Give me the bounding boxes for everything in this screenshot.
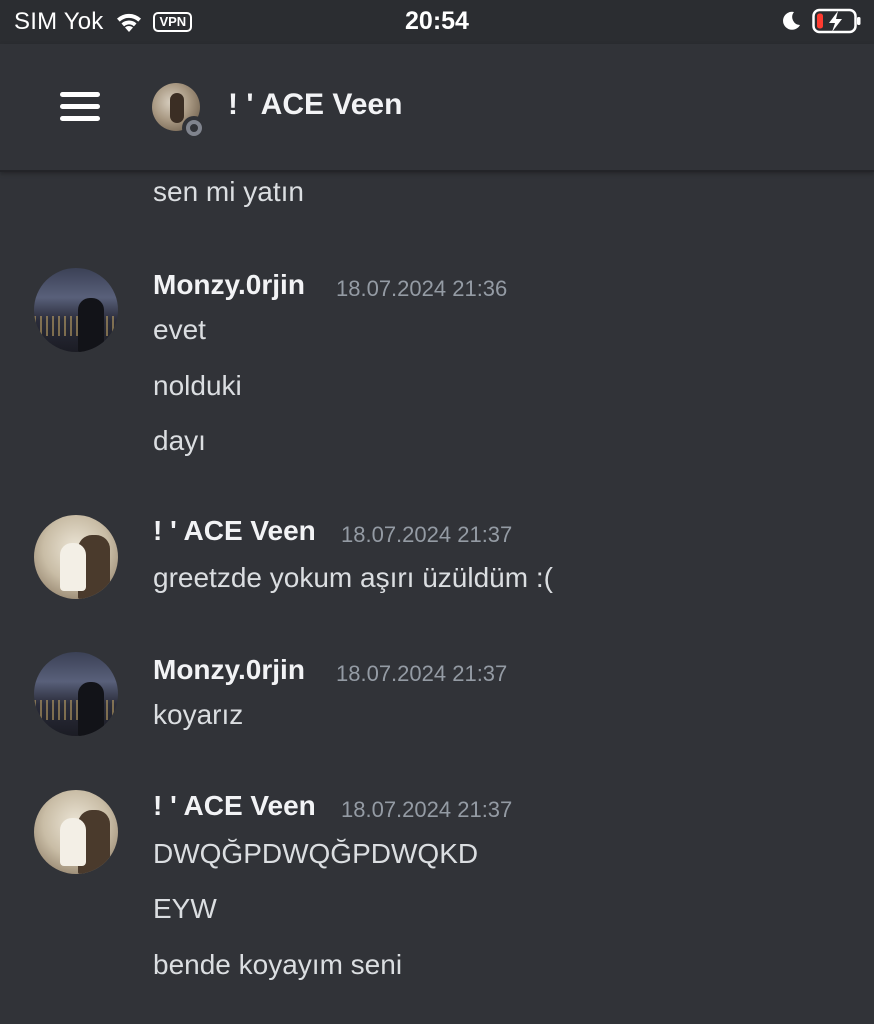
message-text: koyarız [153,699,244,730]
moon-icon [783,11,800,30]
status-right [780,8,862,34]
message-author[interactable]: Monzy.0rjin [153,269,305,301]
chat-header: ! ' ACE Veen [0,44,874,172]
message-text: DWQĞPDWQĞPDWQKD [153,838,479,869]
battery-charging-icon [812,8,861,34]
message-list[interactable]: sen mi yatın Monzy.0rjin 18.07.2024 21:3… [0,172,874,1024]
avatar[interactable] [34,652,118,736]
message-timestamp: 18.07.2024 21:37 [336,661,508,686]
message-text: evet [153,314,206,345]
status-idle-icon [182,116,206,140]
message-text: EYW [153,893,217,924]
message-author[interactable]: Monzy.0rjin [153,654,305,686]
avatar[interactable] [34,515,118,599]
dm-user-title[interactable]: ! ' ACE Veen [228,88,402,122]
message-text: greetzde yokum aşırı üzüldüm :( [153,562,553,593]
message-text: nolduki [153,370,242,401]
message-author[interactable]: ! ' ACE Veen [153,790,316,822]
hamburger-menu-icon[interactable] [60,92,100,124]
status-time: 20:54 [405,7,469,35]
avatar[interactable] [34,790,118,874]
message-text: sen mi yatın [153,176,304,207]
avatar[interactable] [34,268,118,352]
message-text: dayı [153,425,206,456]
message-timestamp: 18.07.2024 21:37 [341,797,513,822]
message-timestamp: 18.07.2024 21:36 [336,276,508,301]
status-bar: SIM Yok VPN 20:54 [0,0,874,44]
message-timestamp: 18.07.2024 21:37 [341,522,513,547]
message-author[interactable]: ! ' ACE Veen [153,515,316,547]
message-text: bende koyayım seni [153,949,403,980]
